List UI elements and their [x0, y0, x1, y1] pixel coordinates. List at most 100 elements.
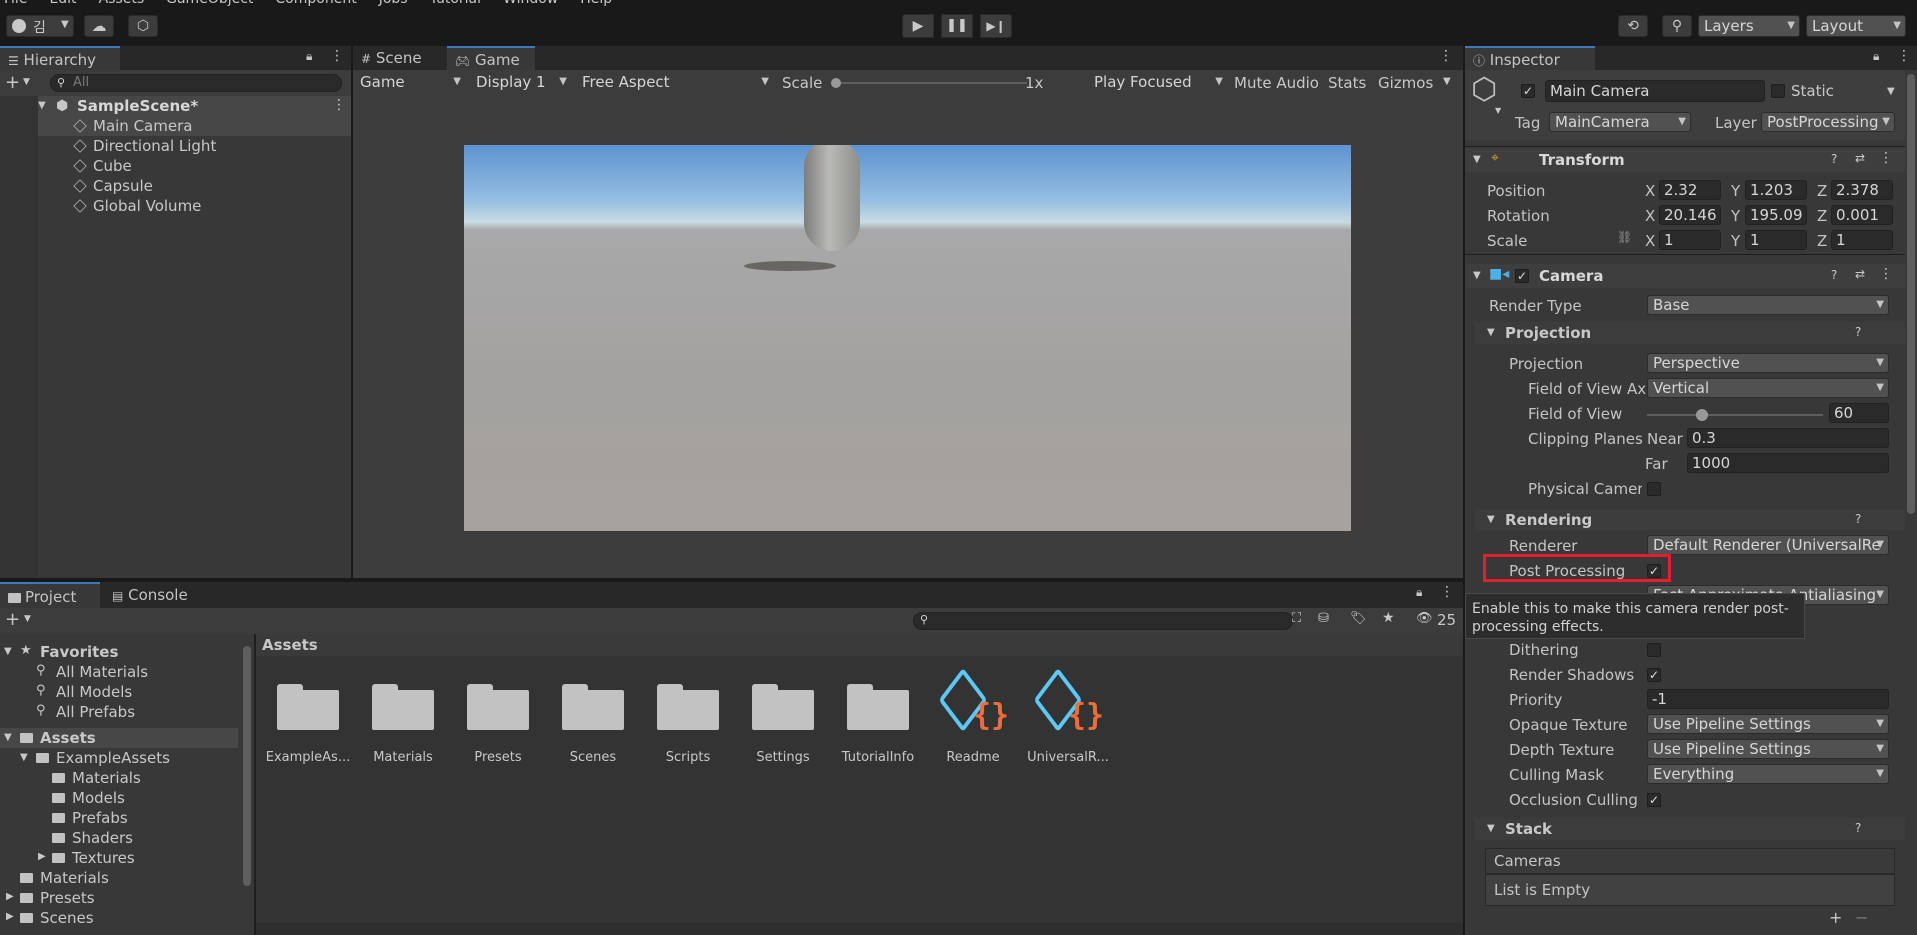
camera-header[interactable]: ▼ ■◂ ✓ Camera ? ⇄ ⋮	[1465, 264, 1905, 288]
hierarchy-item[interactable]: Directional Light	[0, 136, 351, 156]
asset-item[interactable]: {} Readme	[931, 667, 1015, 768]
tab-console[interactable]: ▤ Console	[104, 582, 204, 608]
chevron-down-icon[interactable]: ▼	[1487, 514, 1495, 525]
rotation-y-field[interactable]: 195.09	[1745, 205, 1807, 225]
play-focus-dropdown[interactable]: Play Focused ▼	[1089, 72, 1227, 94]
fov-field[interactable]: 60	[1829, 403, 1889, 423]
tab-inspector[interactable]: ⓘ Inspector	[1465, 46, 1595, 70]
kebab-menu-icon[interactable]: ⋮	[1897, 48, 1911, 64]
chevron-down-icon[interactable]: ▼	[1487, 823, 1495, 834]
tree-item[interactable]: Materials	[0, 768, 238, 788]
kebab-menu-icon[interactable]: ⋮	[330, 48, 344, 64]
tag-dropdown[interactable]: MainCamera ▼	[1549, 112, 1691, 132]
scale-x-field[interactable]: 1	[1659, 230, 1721, 250]
asset-item[interactable]: Scenes	[551, 668, 635, 768]
active-checkbox[interactable]: ✓	[1521, 84, 1535, 98]
tab-project[interactable]: Project	[0, 582, 100, 608]
rotation-x-field[interactable]: 20.146	[1659, 205, 1721, 225]
hierarchy-search-input[interactable]: ⚲ All	[50, 74, 342, 92]
position-y-field[interactable]: 1.203	[1745, 180, 1807, 200]
hierarchy-item[interactable]: Main Camera	[0, 116, 351, 136]
position-z-field[interactable]: 2.378	[1831, 180, 1893, 200]
search-button[interactable]: ⚲	[1662, 15, 1692, 37]
star-icon[interactable]: ★	[1382, 610, 1395, 626]
menu-item-jobs[interactable]: Jobs	[379, 0, 408, 7]
tree-item[interactable]: ▶ Textures	[0, 848, 238, 868]
chevron-down-icon[interactable]: ▼	[1473, 154, 1481, 165]
add-icon[interactable]: +	[1829, 908, 1842, 927]
game-mode-dropdown[interactable]: Game ▼	[355, 72, 465, 94]
favorite-item[interactable]: ⚲ All Models	[0, 682, 238, 702]
kebab-menu-icon[interactable]: ⋮	[1879, 266, 1893, 282]
favorite-item[interactable]: ⚲ All Prefabs	[0, 702, 238, 722]
static-checkbox[interactable]	[1771, 84, 1785, 98]
chevron-down-icon[interactable]: ▼	[1443, 76, 1451, 87]
near-field[interactable]: 0.3	[1687, 428, 1889, 448]
chevron-right-icon[interactable]: ▶	[38, 851, 46, 862]
inspector-scrollbar[interactable]	[1907, 74, 1915, 514]
render-type-dropdown[interactable]: Base ▼	[1647, 295, 1889, 315]
tab-hierarchy[interactable]: ☰ Hierarchy	[0, 46, 120, 70]
gizmos-button[interactable]: Gizmos	[1378, 74, 1433, 92]
kebab-menu-icon[interactable]: ⋮	[1439, 48, 1453, 64]
fov-slider[interactable]	[1647, 409, 1823, 421]
hierarchy-item[interactable]: Cube	[0, 156, 351, 176]
help-icon[interactable]: ?	[1855, 325, 1861, 339]
hierarchy-item[interactable]: Global Volume	[0, 196, 351, 216]
project-search-input[interactable]: ⚲	[913, 612, 1293, 630]
tree-item[interactable]: Prefabs	[0, 808, 238, 828]
lock-icon[interactable]: 🔒︎	[306, 49, 312, 64]
pause-button[interactable]: ❚❚	[941, 14, 973, 38]
mute-audio-button[interactable]: Mute Audio	[1234, 74, 1319, 92]
tree-item[interactable]: ▼ ExampleAssets	[0, 748, 238, 768]
asset-item[interactable]: Scripts	[646, 668, 730, 768]
help-icon[interactable]: ?	[1855, 512, 1861, 526]
opaque-texture-dropdown[interactable]: Use Pipeline Settings ▼	[1647, 714, 1889, 734]
scale-y-field[interactable]: 1	[1745, 230, 1807, 250]
menu-item-help[interactable]: Help	[580, 0, 612, 7]
depth-texture-dropdown[interactable]: Use Pipeline Settings ▼	[1647, 739, 1889, 759]
rendering-section-header[interactable]: ▼ Rendering ?	[1475, 509, 1905, 531]
culling-mask-dropdown[interactable]: Everything ▼	[1647, 764, 1889, 784]
slider-thumb[interactable]	[1696, 409, 1708, 421]
stack-section-header[interactable]: ▼ Stack ?	[1475, 818, 1905, 840]
priority-field[interactable]: -1	[1647, 689, 1889, 709]
step-button[interactable]: ▶❙	[980, 14, 1012, 38]
help-icon[interactable]: ?	[1831, 268, 1837, 282]
asset-item[interactable]: Settings	[741, 668, 825, 768]
hierarchy-scene-row[interactable]: ▼ ⬢ SampleScene* ⋮	[0, 96, 351, 116]
transform-header[interactable]: ▼ ⌖ Transform ? ⇄ ⋮	[1465, 148, 1905, 172]
occlusion-culling-checkbox[interactable]: ✓	[1647, 793, 1661, 807]
lock-icon[interactable]: 🔒︎	[1416, 585, 1422, 600]
tree-scrollbar[interactable]	[243, 646, 251, 886]
constrain-proportions-icon[interactable]: ⛓	[1617, 230, 1632, 244]
tree-item[interactable]: Shaders	[0, 828, 238, 848]
physical-camera-checkbox[interactable]	[1647, 482, 1661, 496]
chevron-down-icon[interactable]: ▼	[1473, 270, 1481, 281]
lock-icon[interactable]: 🔒︎	[1873, 49, 1879, 64]
add-icon[interactable]: +	[5, 609, 20, 630]
object-name-field[interactable]: Main Camera	[1545, 80, 1765, 102]
chevron-down-icon[interactable]: ▼	[1887, 86, 1895, 97]
tree-assets[interactable]: ▼ Assets	[0, 728, 238, 748]
fov-axis-dropdown[interactable]: Vertical ▼	[1647, 378, 1889, 398]
tab-game[interactable]: 🎮︎ Game	[447, 46, 535, 70]
remove-icon[interactable]: −	[1855, 908, 1868, 927]
menu-item-component[interactable]: Component	[275, 0, 356, 7]
favorite-item[interactable]: ⚲ All Materials	[0, 662, 238, 682]
renderer-dropdown[interactable]: Default Renderer (UniversalRe ▼	[1647, 535, 1889, 555]
search-by-type-icon[interactable]: ⛶	[1292, 611, 1301, 626]
breadcrumb-assets[interactable]: Assets	[262, 636, 318, 654]
history-button[interactable]: ⟲	[1618, 15, 1648, 37]
chevron-right-icon[interactable]: ▶	[6, 911, 14, 922]
position-x-field[interactable]: 2.32	[1659, 180, 1721, 200]
asset-item[interactable]: Materials	[361, 668, 445, 768]
hidden-eye-icon[interactable]: 👁︎	[1416, 611, 1433, 626]
chevron-down-icon[interactable]: ▼	[1495, 106, 1501, 115]
game-view-area[interactable]	[353, 96, 1463, 578]
far-field[interactable]: 1000	[1687, 453, 1889, 473]
add-icon[interactable]: +	[5, 72, 20, 93]
tree-item[interactable]: ▶ Presets	[0, 888, 238, 908]
render-shadows-checkbox[interactable]: ✓	[1647, 668, 1661, 682]
play-button[interactable]: ▶	[902, 14, 934, 38]
